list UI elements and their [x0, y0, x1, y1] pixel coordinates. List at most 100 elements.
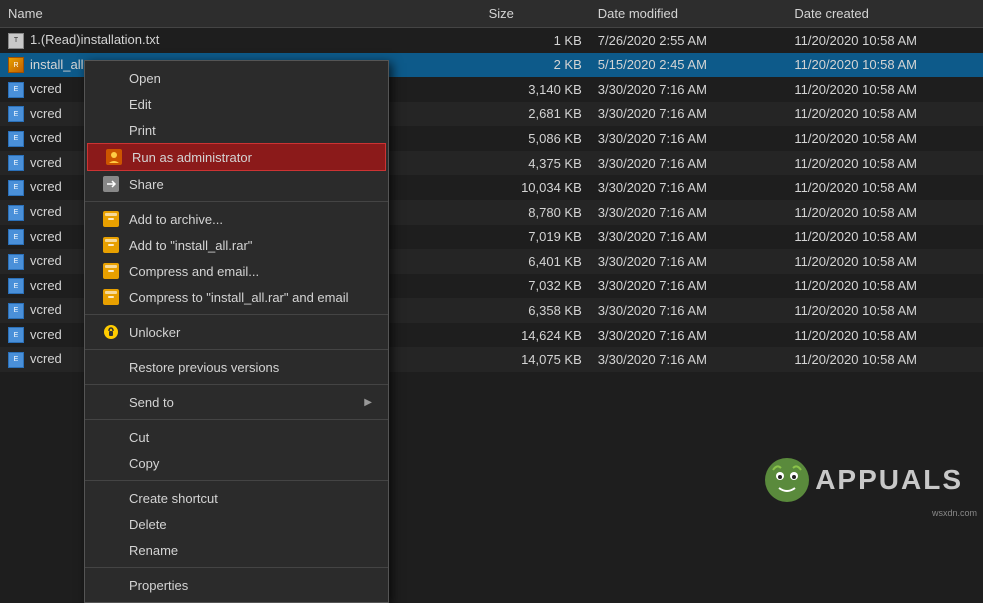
menu-item-icon	[101, 70, 121, 86]
file-size: 3,140 KB	[481, 77, 590, 102]
file-modified: 3/30/2020 7:16 AM	[590, 77, 787, 102]
col-header-modified[interactable]: Date modified	[590, 0, 787, 28]
watermark-text: APPUALS	[815, 464, 963, 496]
file-icon-exe: E	[8, 155, 24, 171]
context-menu-item-restore[interactable]: Restore previous versions	[85, 354, 388, 380]
file-size: 14,624 KB	[481, 323, 590, 348]
context-menu-item-copy[interactable]: Copy	[85, 450, 388, 476]
file-created: 11/20/2020 10:58 AM	[786, 28, 983, 53]
menu-item-icon	[101, 429, 121, 445]
menu-item-icon	[101, 96, 121, 112]
file-modified: 3/30/2020 7:16 AM	[590, 323, 787, 348]
archive-icon	[103, 289, 119, 305]
file-icon-exe: E	[8, 278, 24, 294]
menu-separator	[85, 314, 388, 315]
file-modified: 3/30/2020 7:16 AM	[590, 249, 787, 274]
file-modified: 3/30/2020 7:16 AM	[590, 347, 787, 372]
file-name: T1.(Read)installation.txt	[0, 28, 481, 53]
context-menu-item-delete[interactable]: Delete	[85, 511, 388, 537]
file-icon-exe: E	[8, 205, 24, 221]
menu-item-label: Add to "install_all.rar"	[129, 238, 372, 253]
menu-item-icon	[101, 289, 121, 305]
file-modified: 3/30/2020 7:16 AM	[590, 151, 787, 176]
table-row[interactable]: T1.(Read)installation.txt 1 KB 7/26/2020…	[0, 28, 983, 53]
context-menu-item-run-admin[interactable]: Run as administrator	[87, 143, 386, 171]
context-menu-item-add-install-rar[interactable]: Add to "install_all.rar"	[85, 232, 388, 258]
file-created: 11/20/2020 10:58 AM	[786, 77, 983, 102]
menu-item-icon	[101, 176, 121, 192]
file-size: 8,780 KB	[481, 200, 590, 225]
file-icon-exe: E	[8, 352, 24, 368]
file-modified: 5/15/2020 2:45 AM	[590, 53, 787, 78]
menu-item-icon	[101, 237, 121, 253]
file-created: 11/20/2020 10:58 AM	[786, 151, 983, 176]
file-icon-exe: E	[8, 229, 24, 245]
menu-item-label: Open	[129, 71, 372, 86]
menu-item-label: Run as administrator	[132, 150, 369, 165]
context-menu-item-cut[interactable]: Cut	[85, 424, 388, 450]
file-size: 2 KB	[481, 53, 590, 78]
menu-item-icon	[101, 455, 121, 471]
context-menu: Open Edit Print Run as administrator Share…	[84, 60, 389, 603]
context-menu-item-unlocker[interactable]: Unlocker	[85, 319, 388, 345]
file-modified: 3/30/2020 7:16 AM	[590, 274, 787, 299]
col-header-name[interactable]: Name	[0, 0, 481, 28]
file-created: 11/20/2020 10:58 AM	[786, 225, 983, 250]
menu-item-icon	[101, 324, 121, 340]
context-menu-item-rename[interactable]: Rename	[85, 537, 388, 563]
file-created: 11/20/2020 10:58 AM	[786, 53, 983, 78]
menu-item-label: Cut	[129, 430, 372, 445]
menu-item-icon	[101, 211, 121, 227]
context-menu-item-compress-email[interactable]: Compress and email...	[85, 258, 388, 284]
file-size: 2,681 KB	[481, 102, 590, 127]
menu-item-icon	[101, 263, 121, 279]
file-modified: 3/30/2020 7:16 AM	[590, 102, 787, 127]
file-created: 11/20/2020 10:58 AM	[786, 274, 983, 299]
menu-item-label: Restore previous versions	[129, 360, 372, 375]
menu-item-label: Add to archive...	[129, 212, 372, 227]
file-created: 11/20/2020 10:58 AM	[786, 323, 983, 348]
menu-item-icon	[101, 577, 121, 593]
menu-separator	[85, 349, 388, 350]
context-menu-item-create-shortcut[interactable]: Create shortcut	[85, 485, 388, 511]
file-modified: 3/30/2020 7:16 AM	[590, 126, 787, 151]
context-menu-item-share[interactable]: Share	[85, 171, 388, 197]
menu-separator	[85, 567, 388, 568]
menu-item-label: Send to	[129, 395, 364, 410]
submenu-arrow: ▶	[364, 397, 372, 408]
context-menu-item-print[interactable]: Print	[85, 117, 388, 143]
menu-item-label: Print	[129, 123, 372, 138]
context-menu-item-open[interactable]: Open	[85, 65, 388, 91]
file-size: 7,032 KB	[481, 274, 590, 299]
menu-separator	[85, 201, 388, 202]
file-size: 5,086 KB	[481, 126, 590, 151]
file-size: 10,034 KB	[481, 175, 590, 200]
file-modified: 3/30/2020 7:16 AM	[590, 225, 787, 250]
context-menu-item-edit[interactable]: Edit	[85, 91, 388, 117]
file-icon-txt: T	[8, 33, 24, 49]
run-admin-icon	[106, 149, 122, 165]
file-modified: 3/30/2020 7:16 AM	[590, 200, 787, 225]
context-menu-item-add-archive[interactable]: Add to archive...	[85, 206, 388, 232]
menu-item-icon	[104, 149, 124, 165]
context-menu-item-properties[interactable]: Properties	[85, 572, 388, 598]
file-size: 6,401 KB	[481, 249, 590, 274]
file-created: 11/20/2020 10:58 AM	[786, 200, 983, 225]
context-menu-item-compress-install-email[interactable]: Compress to "install_all.rar" and email	[85, 284, 388, 310]
watermark: APPUALS	[763, 456, 963, 504]
menu-separator	[85, 384, 388, 385]
menu-item-label: Create shortcut	[129, 491, 372, 506]
file-created: 11/20/2020 10:58 AM	[786, 126, 983, 151]
context-menu-item-send-to[interactable]: Send to▶	[85, 389, 388, 415]
menu-item-label: Unlocker	[129, 325, 372, 340]
col-header-created[interactable]: Date created	[786, 0, 983, 28]
archive-icon	[103, 211, 119, 227]
file-icon-exe: E	[8, 82, 24, 98]
menu-item-label: Compress to "install_all.rar" and email	[129, 290, 372, 305]
menu-item-label: Edit	[129, 97, 372, 112]
col-header-size[interactable]: Size	[481, 0, 590, 28]
menu-item-icon	[101, 122, 121, 138]
file-created: 11/20/2020 10:58 AM	[786, 102, 983, 127]
file-created: 11/20/2020 10:58 AM	[786, 249, 983, 274]
menu-item-icon	[101, 394, 121, 410]
